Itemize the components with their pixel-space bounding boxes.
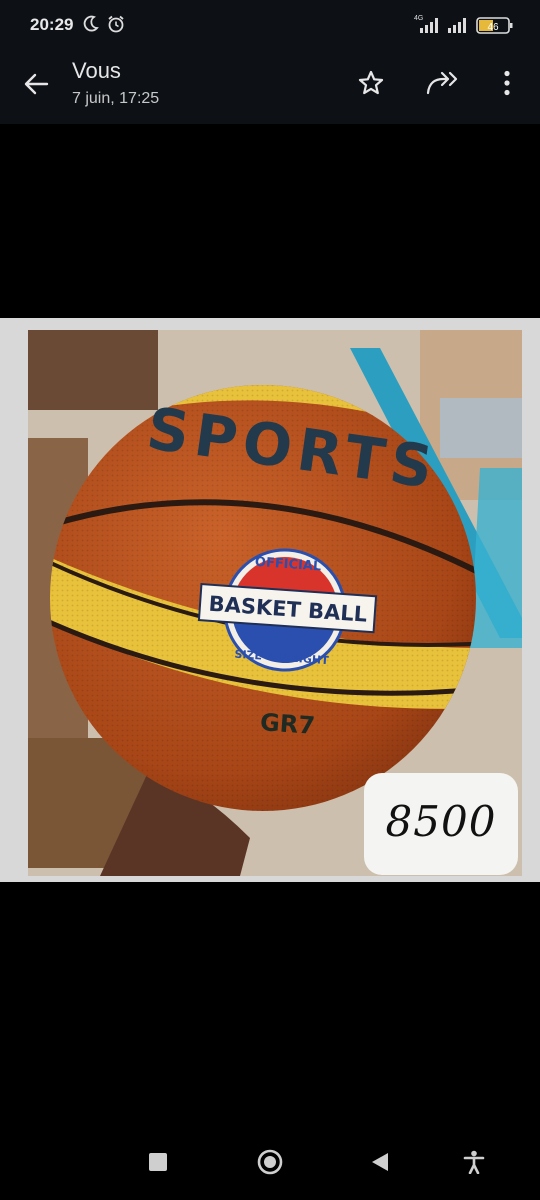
star-icon [357, 69, 385, 102]
arrow-back-icon [23, 72, 49, 101]
message-image[interactable]: SPORTS OFFICIAL SIZE & WEIGHT BASKET BAL… [0, 318, 540, 882]
message-timestamp: 7 juin, 17:25 [72, 90, 160, 107]
recents-button[interactable] [138, 1142, 178, 1186]
moon-icon [82, 14, 100, 39]
svg-text:46: 46 [487, 22, 499, 33]
status-bar: 20:29 4G 46 [0, 0, 540, 52]
back-nav-button[interactable] [360, 1142, 400, 1186]
status-time: 20:29 [30, 15, 74, 34]
back-button[interactable] [16, 66, 56, 106]
app-bar: Vous 7 juin, 17:25 [0, 52, 540, 124]
more-vert-icon [503, 70, 511, 101]
forward-button[interactable] [420, 64, 466, 106]
more-options-button[interactable] [490, 64, 524, 106]
ball-size-text: GR7 [259, 708, 316, 740]
circle-icon [256, 1148, 284, 1181]
triangle-back-icon [371, 1152, 389, 1177]
price-tag: 8500 [364, 773, 518, 875]
price-text: 8500 [385, 797, 497, 846]
accessibility-button[interactable] [454, 1142, 494, 1186]
signal-4g-icon: 4G [412, 12, 444, 41]
accessibility-icon [463, 1150, 485, 1179]
alarm-icon [106, 14, 126, 39]
svg-text:4G: 4G [414, 15, 423, 22]
sender-title: Vous [72, 58, 121, 83]
system-nav-bar [0, 1130, 540, 1200]
home-button[interactable] [249, 1142, 291, 1186]
square-icon [149, 1152, 167, 1176]
forward-icon [426, 71, 460, 100]
signal-icon [446, 12, 472, 41]
battery-icon: 46 [476, 16, 514, 41]
star-button[interactable] [350, 64, 392, 106]
